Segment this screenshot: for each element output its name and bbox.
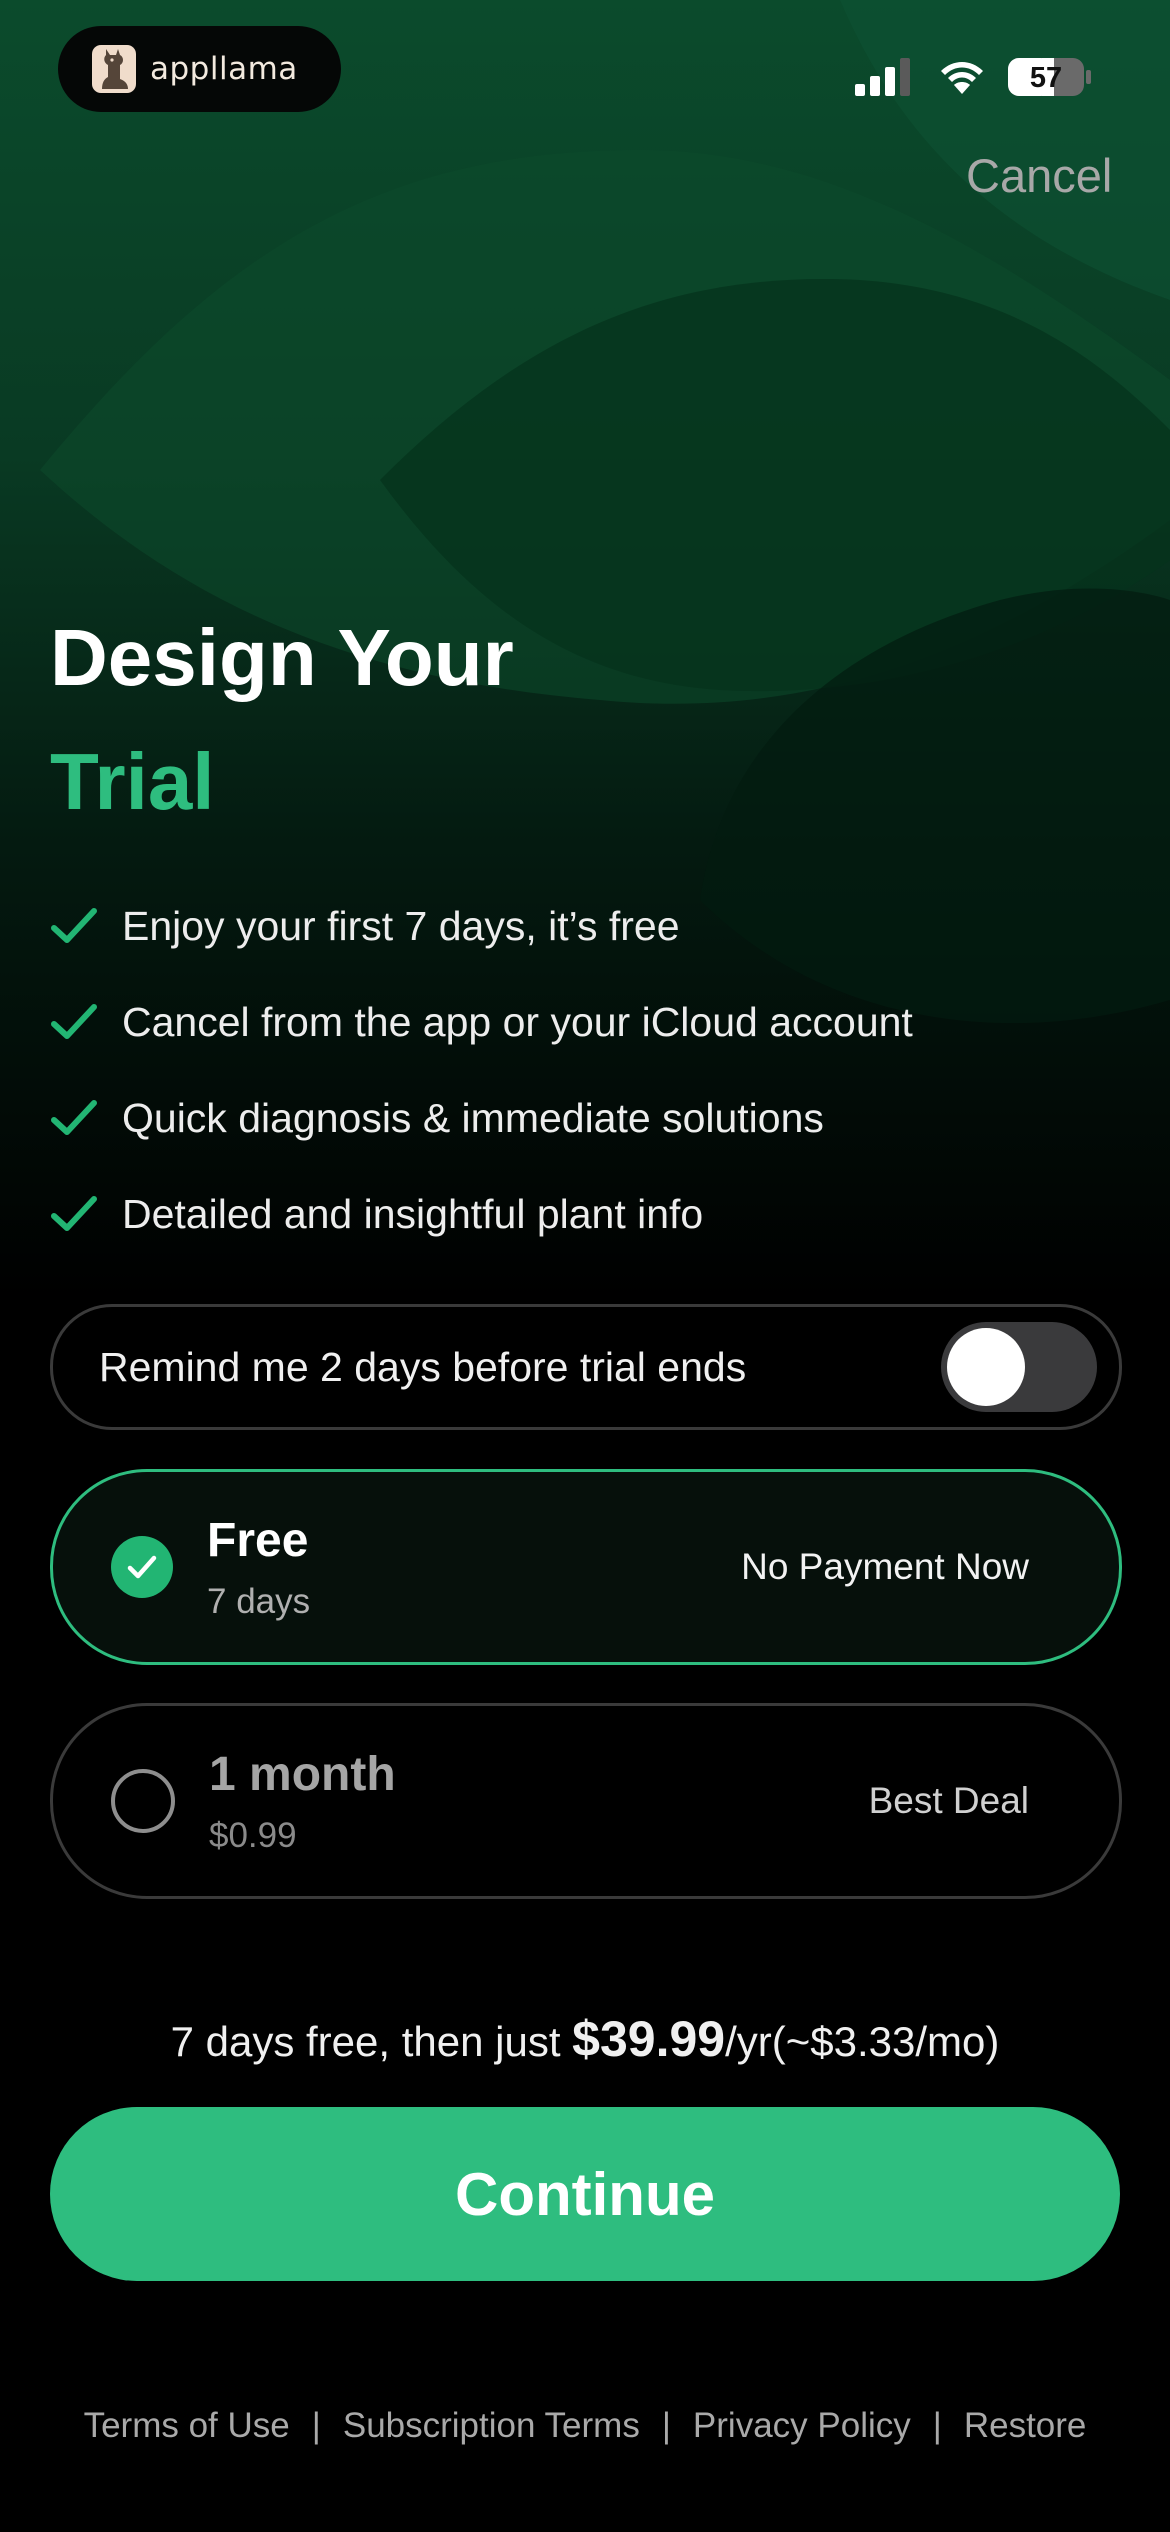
pricing-summary: 7 days free, then just $39.99/yr(~$3.33/… [0, 2010, 1170, 2068]
reminder-row: Remind me 2 days before trial ends [50, 1304, 1122, 1430]
feature-text: Detailed and insightful plant info [122, 1190, 704, 1237]
pricing-prefix: 7 days free, then just [170, 2018, 573, 2065]
cancel-button[interactable]: Cancel [966, 148, 1112, 203]
plan-option-1-month[interactable]: 1 month $0.99 Best Deal [50, 1703, 1122, 1899]
plan-option-free[interactable]: Free 7 days No Payment Now [50, 1469, 1122, 1665]
plan-name: 1 month [209, 1747, 396, 1801]
plan-badge: No Payment Now [741, 1546, 1029, 1587]
feature-item: Detailed and insightful plant info [50, 1166, 1120, 1262]
battery-indicator: 57 [1008, 56, 1092, 98]
divider: | [932, 2406, 942, 2445]
checkmark-icon [51, 1004, 97, 1039]
plan-price: $0.99 [209, 1815, 297, 1855]
app-logo-pill: appllama [58, 26, 341, 112]
radio-unselected-icon [111, 1769, 175, 1833]
toggle-knob [947, 1328, 1025, 1406]
battery-level: 57 [1029, 62, 1063, 94]
feature-text: Enjoy your first 7 days, it’s free [122, 902, 680, 949]
reminder-toggle[interactable] [941, 1322, 1097, 1412]
cellular-signal-icon [855, 58, 910, 96]
feature-item: Cancel from the app or your iCloud accou… [50, 974, 1120, 1070]
reminder-label: Remind me 2 days before trial ends [99, 1343, 747, 1390]
plan-badge: Best Deal [868, 1780, 1029, 1821]
divider: | [661, 2406, 671, 2445]
wifi-icon [941, 62, 983, 94]
radio-selected-icon [111, 1536, 173, 1598]
llama-logo-icon [92, 45, 136, 93]
subscription-terms-link[interactable]: Subscription Terms [343, 2406, 640, 2446]
plan-subtitle: 7 days [207, 1581, 311, 1621]
feature-text: Cancel from the app or your iCloud accou… [122, 998, 913, 1045]
feature-list: Enjoy your first 7 days, it’s free Cance… [50, 878, 1120, 1262]
feature-item: Enjoy your first 7 days, it’s free [50, 878, 1120, 974]
terms-of-use-link[interactable]: Terms of Use [84, 2406, 290, 2446]
continue-button[interactable]: Continue [50, 2107, 1120, 2281]
divider: | [311, 2406, 321, 2445]
footer-links: Terms of Use | Subscription Terms | Priv… [0, 2406, 1170, 2446]
feature-item: Quick diagnosis & immediate solutions [50, 1070, 1120, 1166]
checkmark-icon [51, 908, 97, 943]
checkmark-icon [51, 1100, 97, 1135]
page-title-line1: Design Your [50, 613, 514, 702]
feature-text: Quick diagnosis & immediate solutions [122, 1094, 824, 1141]
app-name: appllama [150, 51, 298, 87]
checkmark-icon [51, 1196, 97, 1231]
pricing-price: $39.99 [572, 2011, 726, 2067]
page-title-line2: Trial [50, 737, 215, 826]
plan-name: Free [207, 1513, 309, 1567]
pricing-suffix: /yr(~$3.33/mo) [725, 2018, 1000, 2065]
privacy-policy-link[interactable]: Privacy Policy [693, 2406, 911, 2446]
restore-link[interactable]: Restore [964, 2406, 1087, 2446]
